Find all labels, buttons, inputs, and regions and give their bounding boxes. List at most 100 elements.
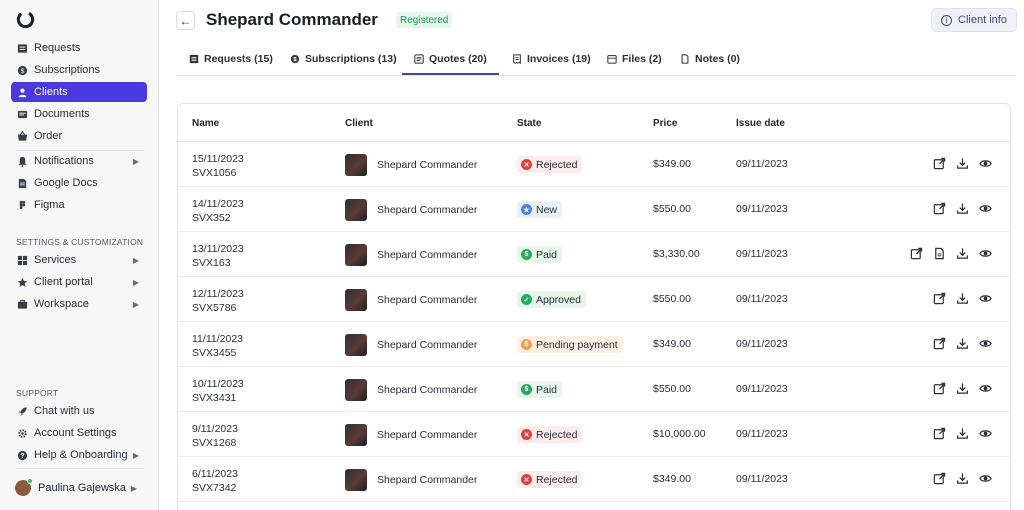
price-cell: $550.00: [653, 293, 691, 305]
eye-icon[interactable]: [978, 201, 992, 215]
client-name: Shepard Commander: [377, 294, 478, 306]
quote-icon: [414, 53, 424, 67]
download-icon[interactable]: [955, 381, 969, 395]
sidebar-item-order[interactable]: Order: [11, 126, 147, 146]
user-menu[interactable]: Paulina Gajewska ▶: [15, 478, 145, 497]
sidebar-item-label: Notifications: [34, 155, 94, 167]
client-cell[interactable]: Shepard Commander: [345, 199, 477, 221]
eye-icon[interactable]: [978, 156, 992, 170]
quote-name-cell: 9/11/2023 SVX1268: [192, 422, 238, 450]
tab-requests[interactable]: Requests (15): [189, 53, 273, 75]
open-external-icon[interactable]: [932, 201, 946, 215]
download-icon[interactable]: [955, 201, 969, 215]
sidebar-item-workspace[interactable]: Workspace ▶: [11, 294, 147, 314]
client-info-button[interactable]: i Client info: [931, 8, 1017, 32]
client-cell[interactable]: Shepard Commander: [345, 469, 477, 491]
state-new-icon: ★: [521, 204, 532, 215]
open-external-icon[interactable]: [932, 381, 946, 395]
client-cell[interactable]: Shepard Commander: [345, 424, 477, 446]
table-row[interactable]: 6/11/2023 SVX7342 Shepard Commander ✕ Re…: [178, 457, 1010, 502]
table-row[interactable]: 14/11/2023 SVX352 Shepard Commander ★ Ne…: [178, 187, 1010, 232]
table-row[interactable]: 12/11/2023 SVX5786 Shepard Commander ✓ A…: [178, 277, 1010, 322]
open-external-icon[interactable]: [932, 156, 946, 170]
sidebar-item-label: Help & Onboarding: [34, 449, 128, 461]
open-external-icon[interactable]: [909, 246, 923, 260]
eye-icon[interactable]: [978, 336, 992, 350]
tab-subscriptions[interactable]: $ Subscriptions (13): [290, 53, 397, 75]
client-name: Shepard Commander: [377, 429, 478, 441]
quote-code: SVX1268: [192, 437, 237, 449]
folder-icon: [607, 53, 617, 67]
documents-icon: [17, 109, 28, 120]
open-external-icon[interactable]: [932, 336, 946, 350]
back-button[interactable]: ←: [176, 11, 195, 30]
client-cell[interactable]: Shepard Commander: [345, 154, 477, 176]
sidebar-item-figma[interactable]: Figma: [11, 195, 147, 215]
sidebar-item-google-docs[interactable]: Google Docs: [11, 173, 147, 193]
sidebar-item-label: Client portal: [34, 276, 93, 288]
column-header-client[interactable]: Client: [345, 118, 373, 129]
list-icon: [189, 53, 199, 67]
download-icon[interactable]: [955, 426, 969, 440]
column-header-state[interactable]: State: [517, 118, 541, 129]
tab-quotes[interactable]: Quotes (20): [402, 53, 499, 75]
sidebar-item-documents[interactable]: Documents: [11, 104, 147, 124]
download-icon[interactable]: [955, 336, 969, 350]
open-external-icon[interactable]: [932, 426, 946, 440]
sidebar-item-chat-with-us[interactable]: Chat with us: [11, 401, 147, 421]
tab-label: Notes (0): [695, 53, 740, 65]
download-icon[interactable]: [955, 291, 969, 305]
state-rejected-icon: ✕: [521, 159, 532, 170]
table-row[interactable]: 9/11/2023 SVX1268 Shepard Commander ✕ Re…: [178, 412, 1010, 457]
sidebar-item-clients[interactable]: Clients: [11, 82, 147, 102]
download-icon[interactable]: [955, 471, 969, 485]
column-header-name[interactable]: Name: [192, 118, 219, 129]
open-external-icon[interactable]: [932, 291, 946, 305]
client-info-label: Client info: [958, 14, 1007, 26]
sidebar-item-label: Clients: [34, 86, 68, 98]
download-icon[interactable]: [955, 156, 969, 170]
client-avatar: [345, 379, 367, 401]
subscriptions-icon: $: [290, 53, 300, 67]
open-external-icon[interactable]: [932, 471, 946, 485]
client-cell[interactable]: Shepard Commander: [345, 334, 477, 356]
tab-label: Requests (15): [204, 53, 273, 65]
sidebar-item-label: Order: [34, 130, 63, 142]
client-avatar: [345, 289, 367, 311]
issue-date-cell: 09/11/2023: [736, 383, 788, 395]
column-header-issue-date[interactable]: Issue date: [736, 118, 785, 129]
client-cell[interactable]: Shepard Commander: [345, 379, 477, 401]
tab-invoices[interactable]: Invoices (19): [512, 53, 591, 75]
table-row[interactable]: 11/11/2023 SVX3455 Shepard Commander $ P…: [178, 322, 1010, 367]
document-icon[interactable]: [932, 246, 946, 260]
state-pending-payment-icon: $: [521, 339, 532, 350]
sidebar-item-account-settings[interactable]: Account Settings: [11, 423, 147, 443]
sidebar-item-subscriptions[interactable]: $ Subscriptions: [11, 60, 147, 80]
table-row[interactable]: 13/11/2023 SVX163 Shepard Commander $ Pa…: [178, 232, 1010, 277]
sidebar-item-help-onboarding[interactable]: ? Help & Onboarding ▶: [11, 445, 147, 465]
sidebar-item-requests[interactable]: Requests: [11, 38, 147, 58]
order-icon: [17, 130, 28, 142]
download-icon[interactable]: [955, 246, 969, 260]
eye-icon[interactable]: [978, 246, 992, 260]
eye-icon[interactable]: [978, 381, 992, 395]
rocket-icon: [17, 406, 28, 417]
table-row[interactable]: 10/11/2023 SVX3431 Shepard Commander $ P…: [178, 367, 1010, 412]
eye-icon[interactable]: [978, 291, 992, 305]
eye-icon[interactable]: [978, 426, 992, 440]
sidebar-item-client-portal[interactable]: Client portal ▶: [11, 272, 147, 292]
client-cell[interactable]: Shepard Commander: [345, 289, 477, 311]
state-rejected-icon: ✕: [521, 429, 532, 440]
tab-notes[interactable]: Notes (0): [680, 53, 740, 75]
column-header-price[interactable]: Price: [653, 118, 677, 129]
tab-files[interactable]: Files (2): [607, 53, 662, 75]
sidebar-item-services[interactable]: Services ▶: [11, 250, 147, 270]
eye-icon[interactable]: [978, 471, 992, 485]
sidebar-item-notifications[interactable]: Notifications ▶: [11, 151, 147, 171]
chevron-right-icon: ▶: [132, 450, 139, 460]
price-cell: $349.00: [653, 338, 691, 350]
app-logo[interactable]: [16, 10, 35, 29]
tab-label: Invoices (19): [527, 53, 591, 65]
client-cell[interactable]: Shepard Commander: [345, 244, 477, 266]
table-row[interactable]: 15/11/2023 SVX1056 Shepard Commander ✕ R…: [178, 142, 1010, 187]
